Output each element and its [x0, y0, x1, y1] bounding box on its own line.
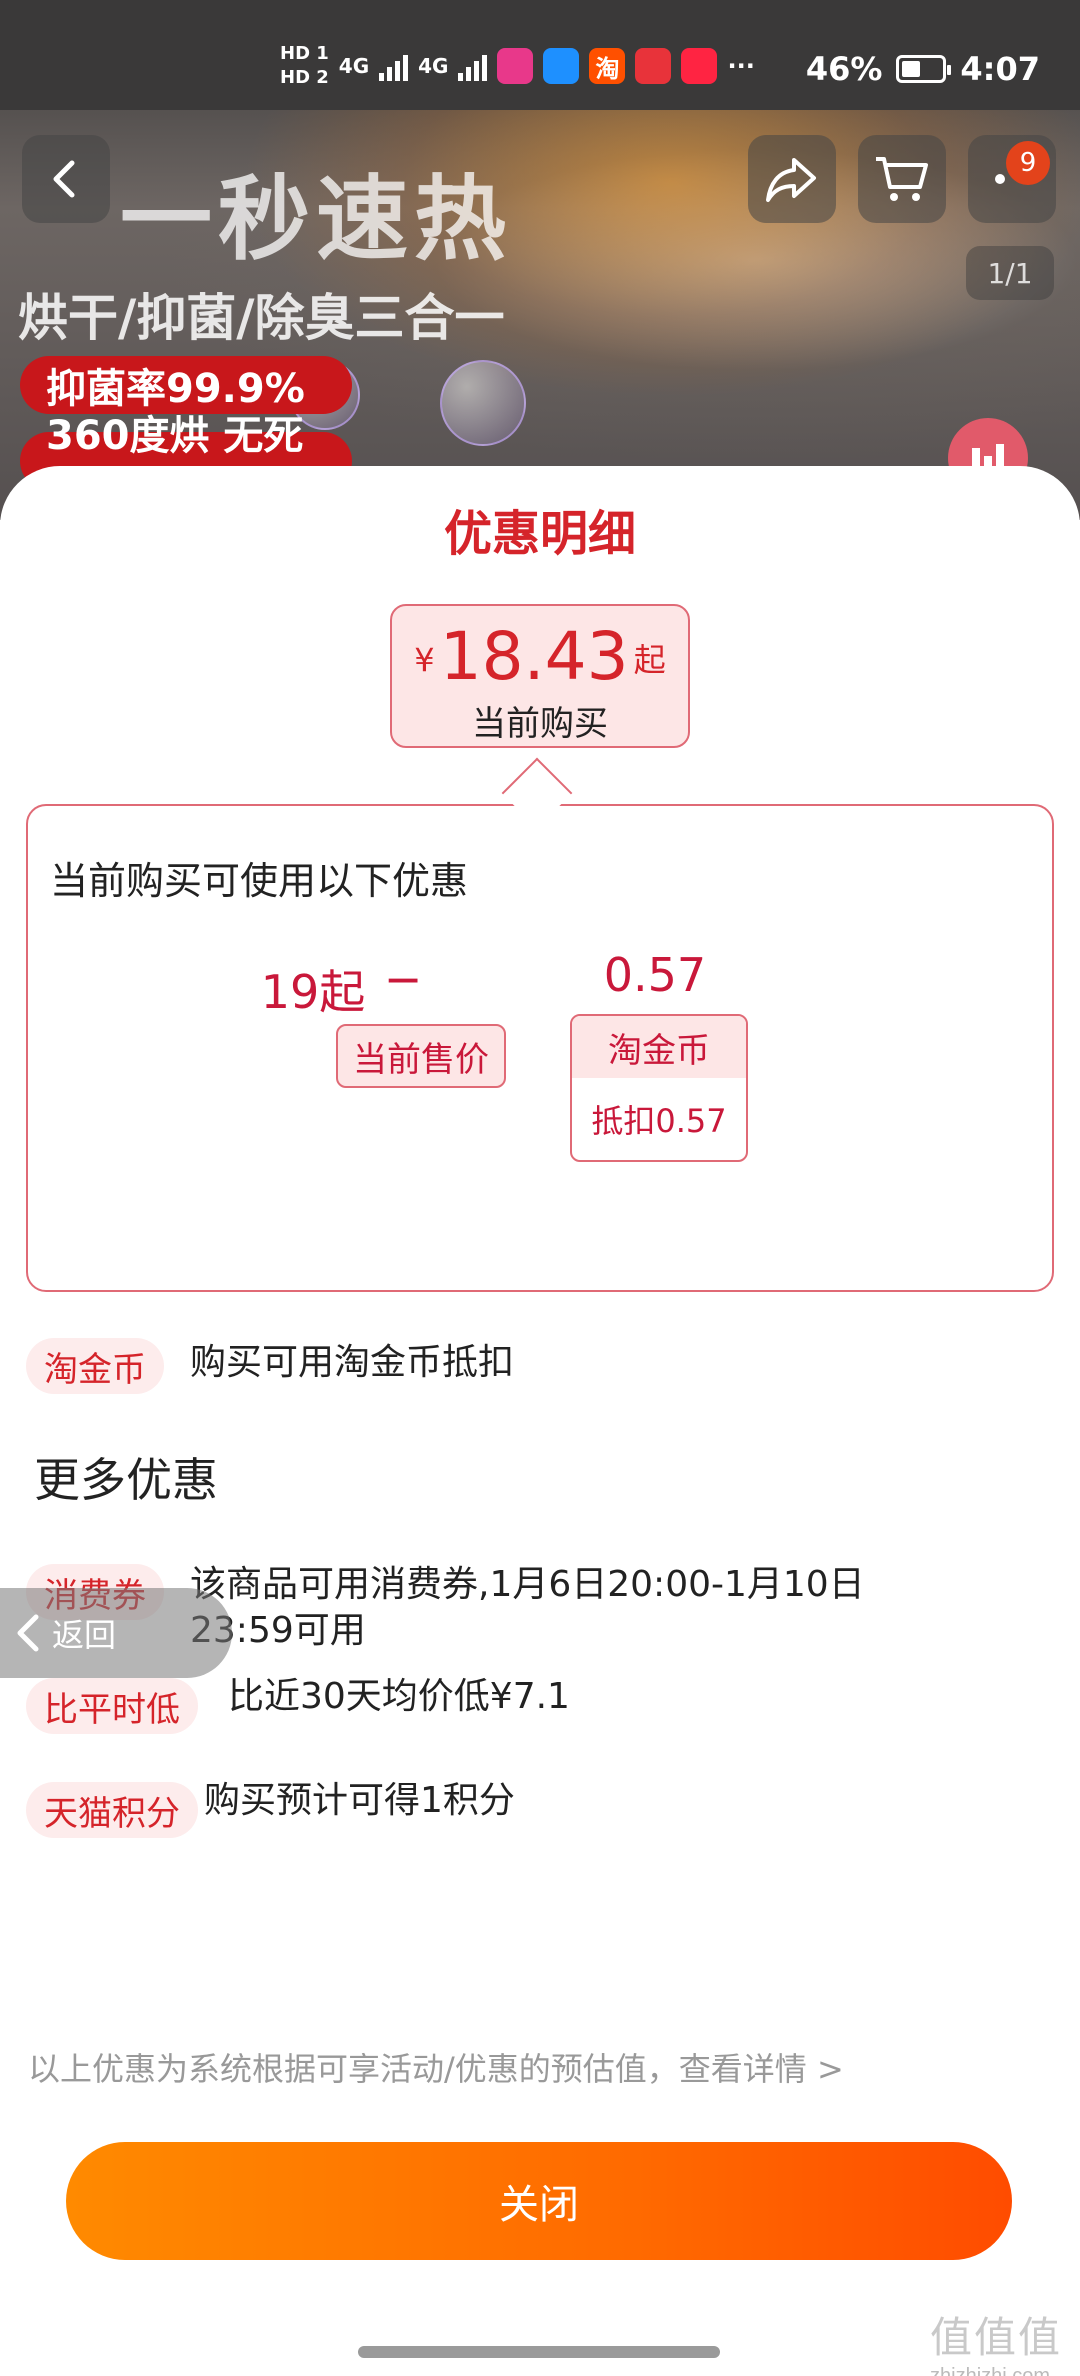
- tmall-points-row-text: 购买预计可得1积分: [204, 1780, 515, 1821]
- estimate-note-link[interactable]: 以上优惠为系统根据可享活动/优惠的预估值，查看详情 >: [28, 2044, 844, 2090]
- home-indicator[interactable]: [358, 2346, 720, 2358]
- tmall-points-row-tag: 天猫积分: [26, 1782, 198, 1838]
- bubble-decoration: [440, 360, 526, 446]
- status-bar: HD 1 HD 2 4G 4G 淘 ··· 46% 4:07: [0, 0, 1080, 110]
- share-button[interactable]: [748, 135, 836, 223]
- chevron-left-icon: [17, 1614, 39, 1652]
- coin-row-text: 购买可用淘金币抵扣: [190, 1342, 515, 1383]
- cart-icon: [876, 157, 928, 201]
- message-count-badge: 9: [1006, 141, 1050, 185]
- hd2-label: HD 2: [280, 67, 329, 88]
- network-type-2: 4G: [418, 54, 449, 78]
- coin-deduction-desc: 抵扣0.57: [591, 1102, 727, 1140]
- image-page-indicator: 1/1: [966, 246, 1054, 300]
- hd1-label: HD 1: [280, 43, 329, 64]
- alipay-app-icon: [543, 48, 580, 84]
- discount-breakdown-box: 当前购买可使用以下优惠 19起 − 0.57 当前售价 淘金币 抵扣0.57: [26, 804, 1054, 1292]
- watermark-url: zhizhizhi.com: [930, 2365, 1051, 2376]
- more-menu-button[interactable]: 9: [968, 135, 1056, 223]
- signal-icon: [458, 51, 488, 81]
- vip-app-icon: [497, 48, 534, 84]
- price-amount: 18.43: [439, 618, 629, 695]
- price-currency: ¥: [414, 641, 435, 679]
- hero-subtitle: 烘干/抑菌/除臭三合一: [18, 289, 505, 347]
- taobao-app-icon: 淘: [589, 48, 626, 84]
- battery-percent: 46%: [805, 50, 883, 88]
- back-button[interactable]: [22, 135, 110, 223]
- floating-back-button[interactable]: 返回: [0, 1588, 232, 1678]
- lower-price-row-tag: 比平时低: [26, 1678, 198, 1734]
- price-caption: 当前购买: [472, 704, 608, 744]
- coin-label: 淘金币: [572, 1016, 746, 1078]
- chevron-left-icon: [53, 160, 75, 198]
- signal-icon: [379, 51, 409, 81]
- coin-deduction-amount: 0.57: [603, 948, 707, 1002]
- coin-row-tag: 淘金币: [26, 1338, 164, 1394]
- huawei-app-icon: [635, 48, 672, 84]
- cart-button[interactable]: [858, 135, 946, 223]
- share-icon: [766, 158, 816, 202]
- price-suffix: 起: [633, 641, 666, 679]
- coin-deduction-card: 淘金币 抵扣0.57: [570, 1014, 748, 1162]
- floating-back-label: 返回: [52, 1616, 117, 1654]
- battery-icon: [896, 55, 952, 83]
- lower-price-row-text: 比近30天均价低¥7.1: [228, 1676, 570, 1717]
- coupon-row-text: 该商品可用消费券,1月6日20:00-1月10日 23:59可用: [190, 1564, 865, 1651]
- current-price-box: ¥ 18.43 起 当前购买: [390, 604, 690, 748]
- hero-title: 一秒速热: [120, 166, 513, 273]
- close-button[interactable]: 关闭: [66, 2142, 1012, 2260]
- network-type-1: 4G: [338, 54, 370, 78]
- clock: 4:07: [960, 50, 1040, 88]
- watermark-logo: 值值值: [930, 2314, 1063, 2361]
- more-discounts-heading: 更多优惠: [34, 1453, 218, 1507]
- more-notifications-icon: ···: [727, 52, 755, 80]
- breakdown-heading: 当前购买可使用以下优惠: [50, 859, 469, 903]
- sale-price-label: 当前售价: [336, 1024, 506, 1088]
- xiaohongshu-app-icon: [681, 48, 718, 84]
- sheet-title: 优惠明细: [443, 506, 636, 562]
- minus-sign: −: [383, 952, 423, 1006]
- site-watermark: 值值值 zhizhizhi.com: [930, 2304, 1062, 2376]
